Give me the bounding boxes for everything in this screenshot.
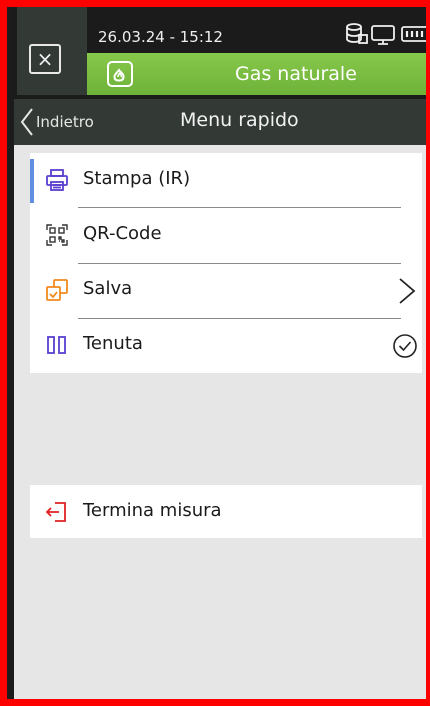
menu-item-tenuta[interactable]: Tenuta (30, 318, 422, 373)
device-frame: × 26.03.24 - 15:12 Gas naturale Indietro… (0, 0, 430, 706)
navigation-bar: Indietro Menu rapido (14, 99, 426, 145)
exit-icon (45, 502, 66, 522)
qr-code-icon (46, 224, 68, 246)
check-circle-icon (393, 334, 417, 358)
back-button[interactable]: Indietro (20, 107, 94, 137)
page-title: Menu rapido (180, 109, 299, 131)
menu-item-qr-code[interactable]: QR-Code (30, 208, 422, 263)
back-label: Indietro (36, 113, 94, 131)
chevron-right-icon (399, 278, 416, 304)
database-icon (346, 23, 368, 44)
content-area: Stampa (IR) QR-Code Salva Tenuta Termina… (14, 145, 426, 699)
save-icon (46, 279, 68, 301)
app-header: Gas naturale (87, 53, 426, 95)
menu-item-label: Termina misura (83, 500, 222, 521)
menu-item-end-measurement[interactable]: Termina misura (30, 485, 422, 540)
menu-item-save[interactable]: Salva (30, 263, 422, 318)
gas-flame-icon (107, 61, 133, 87)
datetime: 26.03.24 - 15:12 (98, 28, 223, 46)
screen: × 26.03.24 - 15:12 Gas naturale Indietro… (14, 7, 426, 699)
close-area: × (17, 7, 87, 95)
quick-menu-list: Stampa (IR) QR-Code Salva Tenuta (30, 153, 422, 373)
chevron-left-icon (20, 108, 33, 136)
menu-item-label: Salva (83, 278, 133, 299)
monitor-icon (371, 25, 395, 45)
close-button[interactable]: × (29, 44, 61, 74)
menu-item-label: Tenuta (83, 333, 143, 354)
printer-icon (46, 169, 68, 191)
exit-panel: Termina misura (30, 485, 422, 538)
menu-item-print[interactable]: Stampa (IR) (30, 153, 422, 208)
status-icons (346, 23, 426, 45)
app-title: Gas naturale (235, 63, 357, 85)
menu-item-label: Stampa (IR) (83, 168, 191, 189)
selection-indicator (30, 159, 34, 203)
menu-item-label: QR-Code (83, 223, 162, 244)
pause-icon (47, 336, 66, 354)
battery-icon (401, 26, 426, 42)
